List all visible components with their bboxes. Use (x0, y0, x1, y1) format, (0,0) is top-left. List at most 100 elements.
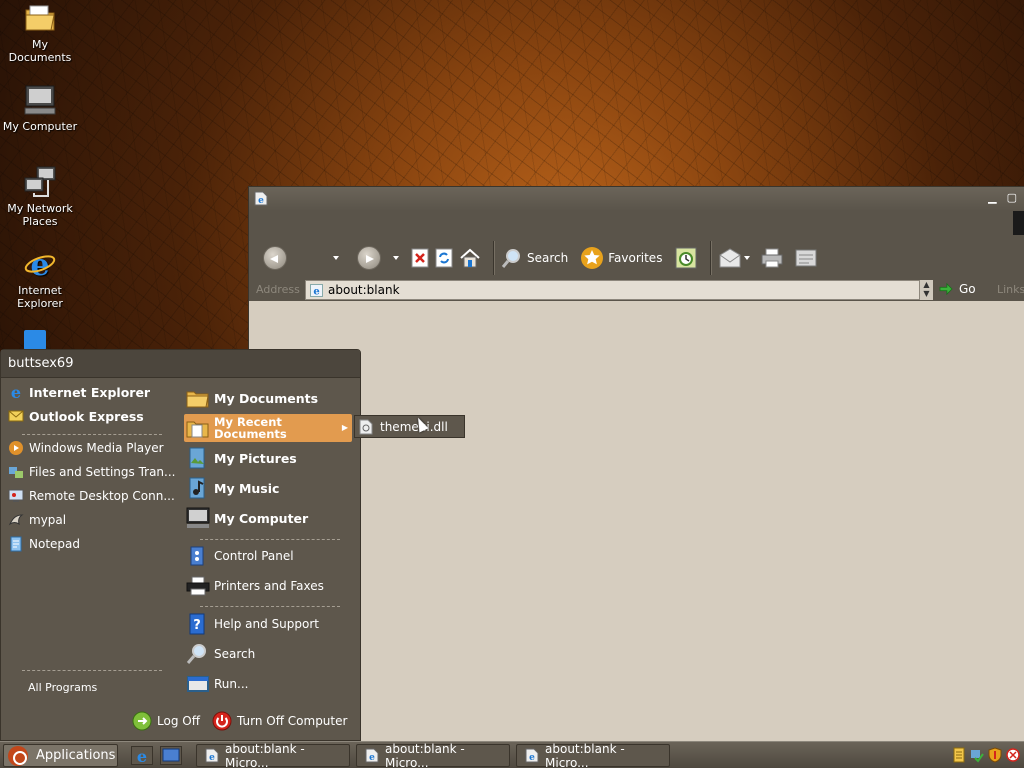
start-item-label: Search (214, 647, 256, 661)
printer-icon (761, 248, 783, 268)
svg-text:e: e (529, 753, 535, 763)
security-shield-icon[interactable] (988, 747, 1002, 763)
all-programs-label: All Programs (28, 681, 98, 694)
notes-icon[interactable] (952, 747, 966, 763)
taskbar-item[interactable]: e about:blank - Micro... (196, 741, 350, 768)
start-item-label: My Computer (214, 510, 309, 526)
ie-page-icon: e (525, 748, 539, 763)
turn-off-button[interactable]: Turn Off Computer (212, 711, 347, 731)
start-item-windows-media-player[interactable]: Windows Media Player (8, 440, 164, 456)
desktop-icon-internet-explorer[interactable]: e Internet Explorer (2, 248, 78, 310)
start-item-label: mypal (29, 513, 67, 527)
start-item-label: Control Panel (214, 549, 294, 563)
ie-icon: e (8, 383, 24, 402)
all-programs-button[interactable]: All Programs (28, 681, 97, 694)
start-item-label: Help and Support (214, 617, 319, 631)
history-button[interactable] (674, 246, 698, 270)
back-button[interactable] (263, 246, 287, 270)
start-item-my-recent-documents[interactable]: My Recent Documents ▶ (186, 416, 348, 440)
media-player-icon (8, 440, 24, 456)
svg-text:e: e (369, 753, 375, 763)
search-icon (501, 249, 520, 268)
svg-text:e: e (258, 196, 264, 206)
start-menu-separator (22, 434, 162, 435)
go-arrow-icon (939, 283, 953, 295)
run-icon (186, 673, 210, 695)
start-item-label: My Documents (214, 390, 319, 406)
desktop-icon-my-documents[interactable]: My Documents (2, 2, 78, 64)
start-item-mypal[interactable]: mypal (8, 512, 66, 528)
svg-text:?: ? (193, 618, 201, 633)
desktop-icon-partial[interactable] (24, 330, 46, 350)
start-item-my-music[interactable]: My Music (186, 477, 279, 499)
start-item-search[interactable]: Search (186, 643, 255, 665)
forward-button[interactable] (357, 246, 381, 270)
favorites-button[interactable]: Favorites (580, 246, 662, 270)
desktop-icon-my-computer[interactable]: My Computer (2, 84, 78, 133)
taskbar-item-label: about:blank - Micro... (225, 741, 305, 768)
start-item-label: Internet Explorer (29, 384, 151, 400)
back-dropdown-icon[interactable] (333, 256, 339, 260)
go-button[interactable]: Go (939, 282, 976, 296)
desktop-icon-label: My Computer (2, 120, 78, 133)
search-button[interactable]: Search (501, 247, 568, 269)
minimize-icon[interactable]: ▁ (988, 191, 996, 204)
svg-text:e: e (11, 384, 21, 400)
favorites-label: Favorites (608, 251, 663, 265)
links-label[interactable]: Links (997, 283, 1024, 296)
forward-arrow-icon (357, 246, 381, 270)
ie-page-icon: e (365, 748, 379, 763)
help-icon: ? (186, 613, 210, 635)
print-button[interactable] (760, 247, 784, 269)
start-item-run[interactable]: Run... (186, 673, 248, 695)
start-item-internet-explorer[interactable]: e Internet Explorer (8, 383, 151, 402)
start-item-notepad[interactable]: Notepad (8, 536, 80, 552)
alert-icon[interactable] (1006, 747, 1020, 763)
ie-page-icon: e (254, 191, 268, 206)
taskbar-item-label: about:blank - Micro... (385, 741, 465, 768)
address-dropdown-icon[interactable]: ▲ ▼ (919, 280, 933, 300)
page-content-area[interactable] (254, 307, 1024, 745)
start-item-help-support[interactable]: ? Help and Support (186, 613, 319, 635)
quicklaunch-show-desktop[interactable] (160, 746, 182, 765)
window-title-bar[interactable]: e ▁ ▢ (249, 187, 1024, 211)
mail-dropdown-icon[interactable] (744, 256, 751, 260)
start-item-control-panel[interactable]: Control Panel (186, 545, 294, 567)
start-item-remote-desktop[interactable]: Remote Desktop Conn... (8, 488, 175, 504)
desktop-icon-label: My Network Places (7, 202, 73, 228)
taskbar: Applications e e about:blank - Micro... … (0, 741, 1024, 768)
start-item-my-documents[interactable]: My Documents (186, 387, 318, 409)
svg-text:e: e (137, 747, 147, 764)
start-item-my-pictures[interactable]: My Pictures (186, 447, 297, 469)
ie-icon: e (137, 747, 147, 766)
stop-button[interactable] (411, 248, 429, 268)
network-check-icon[interactable] (970, 747, 984, 763)
transfer-icon (8, 464, 24, 480)
forward-dropdown-icon[interactable] (393, 256, 399, 260)
start-item-files-settings-transfer[interactable]: Files and Settings Tran... (8, 464, 175, 480)
start-item-label: Windows Media Player (29, 441, 164, 455)
desktop-icon-my-network-places[interactable]: My Network Places (2, 166, 78, 228)
browser-toolbar: Search Favorites (249, 237, 1024, 279)
start-menu-user: buttsex69 (1, 350, 360, 378)
start-item-outlook-express[interactable]: Outlook Express (8, 408, 144, 424)
start-item-my-computer[interactable]: My Computer (186, 507, 308, 529)
ie-page-icon: e (310, 284, 323, 298)
mail-button[interactable] (718, 247, 751, 269)
refresh-button[interactable] (435, 248, 453, 268)
taskbar-item[interactable]: e about:blank - Micro... (356, 741, 510, 768)
start-item-label: Printers and Faxes (214, 579, 324, 593)
start-item-label: Run... (214, 677, 249, 691)
power-icon (212, 711, 232, 731)
submenu-item-themeui[interactable]: themeui.dll (359, 419, 448, 435)
outlook-icon (8, 408, 24, 424)
applications-button[interactable]: Applications (3, 744, 118, 767)
start-item-printers-faxes[interactable]: Printers and Faxes (186, 575, 324, 597)
edit-button[interactable] (794, 247, 818, 269)
address-input[interactable]: e about:blank (305, 280, 933, 300)
quicklaunch-ie[interactable]: e (131, 746, 153, 766)
log-off-button[interactable]: Log Off (132, 711, 200, 731)
taskbar-item[interactable]: e about:blank - Micro... (516, 742, 670, 768)
maximize-icon[interactable]: ▢ (1007, 191, 1017, 204)
home-button[interactable] (459, 248, 481, 268)
